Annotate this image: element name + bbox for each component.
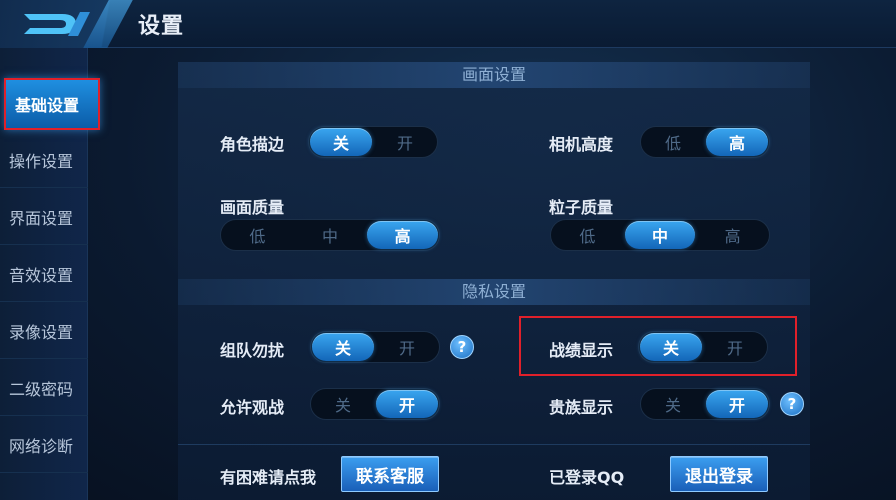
- team-dnd-option-on[interactable]: 开: [376, 333, 438, 361]
- contact-support-button[interactable]: 联系客服: [341, 456, 439, 492]
- settings-sidebar: 基础设置 操作设置 界面设置 音效设置 录像设置 二级密码 网络诊断: [0, 48, 100, 500]
- camera-height-toggle[interactable]: 低 高: [640, 126, 770, 158]
- top-bar: 设置: [0, 0, 896, 48]
- outline-option-on[interactable]: 开: [374, 128, 436, 156]
- sidebar-item-network[interactable]: 网络诊断: [0, 417, 88, 473]
- logout-button[interactable]: 退出登录: [670, 456, 768, 492]
- divider: [178, 444, 810, 445]
- back-logo-icon: [24, 12, 90, 36]
- record-display-option-off[interactable]: 关: [640, 333, 702, 361]
- particle-quality-selector[interactable]: 低 中 高: [550, 219, 770, 251]
- record-display-toggle[interactable]: 关 开: [638, 331, 768, 363]
- image-quality-option-mid[interactable]: 中: [295, 221, 366, 249]
- section-header-privacy: 隐私设置: [178, 279, 810, 305]
- camera-height-option-high[interactable]: 高: [706, 128, 768, 156]
- team-dnd-toggle[interactable]: 关 开: [310, 331, 440, 363]
- outline-label: 角色描边: [220, 135, 285, 154]
- team-dnd-label: 组队勿扰: [220, 341, 285, 360]
- allow-spectate-option-on[interactable]: 开: [376, 390, 438, 418]
- sidebar-item-replay[interactable]: 录像设置: [0, 303, 88, 359]
- page-title: 设置: [138, 14, 185, 39]
- particle-quality-label: 粒子质量: [549, 198, 614, 217]
- login-status-text: 已登录QQ: [549, 468, 625, 487]
- sidebar-item-basic[interactable]: 基础设置: [4, 78, 100, 130]
- sidebar-item-interface[interactable]: 界面设置: [0, 189, 88, 245]
- outline-option-off[interactable]: 关: [310, 128, 372, 156]
- outline-toggle[interactable]: 关 开: [308, 126, 438, 158]
- team-dnd-option-off[interactable]: 关: [312, 333, 374, 361]
- team-dnd-help-icon[interactable]: ?: [450, 335, 474, 359]
- noble-display-option-on[interactable]: 开: [706, 390, 768, 418]
- camera-height-option-low[interactable]: 低: [642, 128, 704, 156]
- noble-display-toggle[interactable]: 关 开: [640, 388, 770, 420]
- particle-quality-option-low[interactable]: 低: [552, 221, 623, 249]
- record-display-label: 战绩显示: [549, 341, 614, 360]
- image-quality-label: 画面质量: [220, 198, 285, 217]
- help-prompt-text: 有困难请点我: [220, 468, 317, 487]
- record-display-option-on[interactable]: 开: [704, 333, 766, 361]
- image-quality-option-low[interactable]: 低: [222, 221, 293, 249]
- particle-quality-option-mid[interactable]: 中: [624, 221, 696, 249]
- allow-spectate-toggle[interactable]: 关 开: [310, 388, 440, 420]
- noble-display-label: 贵族显示: [549, 398, 614, 417]
- section-header-display: 画面设置: [178, 62, 810, 88]
- sidebar-item-password[interactable]: 二级密码: [0, 360, 88, 416]
- camera-height-label: 相机高度: [549, 135, 614, 154]
- sidebar-item-controls[interactable]: 操作设置: [0, 132, 88, 188]
- sidebar-item-audio[interactable]: 音效设置: [0, 246, 88, 302]
- image-quality-option-high[interactable]: 高: [367, 221, 439, 249]
- allow-spectate-option-off[interactable]: 关: [312, 390, 374, 418]
- allow-spectate-label: 允许观战: [220, 398, 285, 417]
- noble-display-help-icon[interactable]: ?: [780, 392, 804, 416]
- image-quality-selector[interactable]: 低 中 高: [220, 219, 440, 251]
- particle-quality-option-high[interactable]: 高: [697, 221, 768, 249]
- noble-display-option-off[interactable]: 关: [642, 390, 704, 418]
